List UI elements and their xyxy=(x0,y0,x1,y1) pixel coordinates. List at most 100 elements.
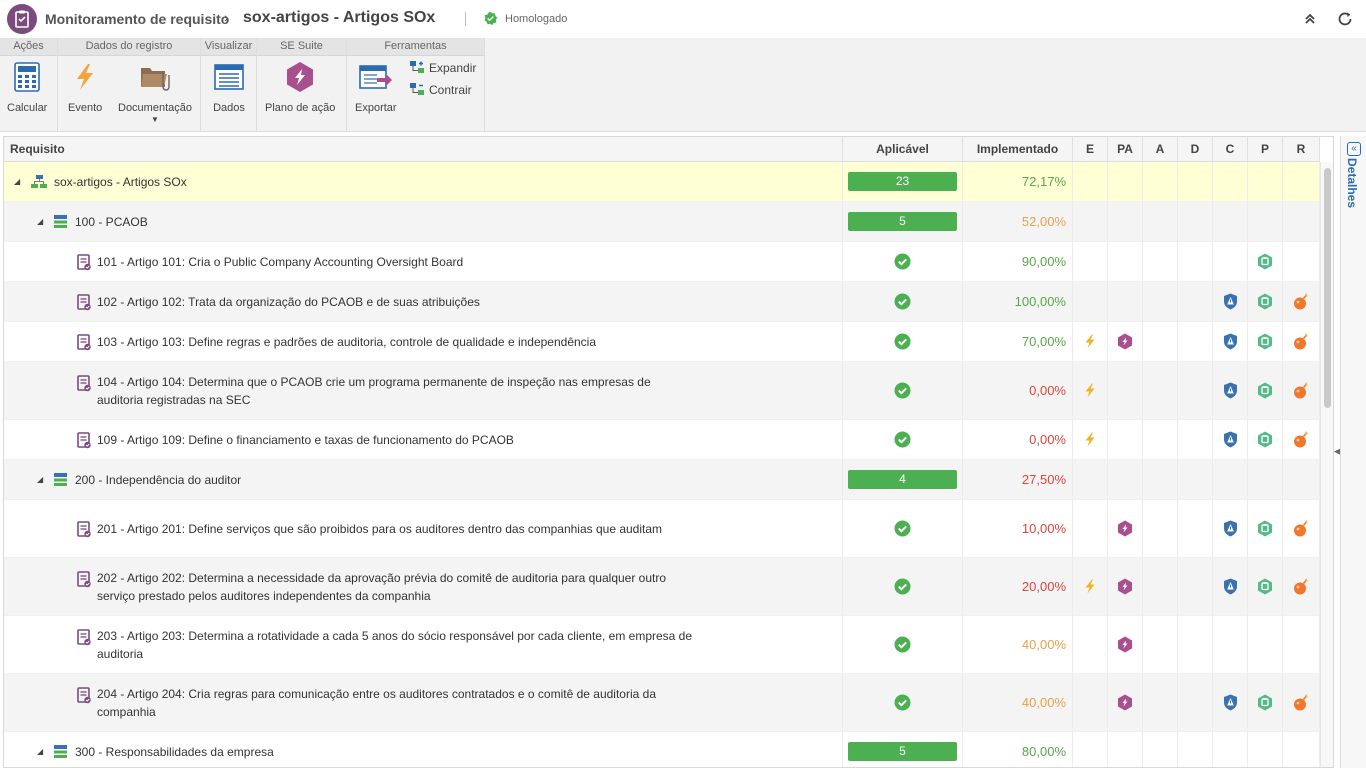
indicator-cell xyxy=(1178,616,1213,673)
event-lightning-icon[interactable] xyxy=(1084,383,1096,398)
scrollbar-thumb[interactable] xyxy=(1324,168,1331,408)
expand-toggle-icon[interactable]: ◢ xyxy=(37,217,45,226)
requisito-cell[interactable]: 202 - Artigo 202: Determina a necessidad… xyxy=(4,558,843,615)
column-header-implementado[interactable]: Implementado xyxy=(963,137,1073,162)
dados-button[interactable]: Dados xyxy=(212,60,246,114)
group-label: Ferramentas xyxy=(347,38,484,56)
data-window-icon xyxy=(214,64,244,90)
requisito-cell[interactable]: 203 - Artigo 203: Determina a rotativida… xyxy=(4,616,843,673)
exportar-button[interactable]: Exportar xyxy=(355,60,397,114)
column-header-c[interactable]: C xyxy=(1213,137,1248,162)
expand-toggle-icon[interactable]: ◢ xyxy=(14,177,22,186)
procedure-icon[interactable] xyxy=(1257,694,1273,711)
action-plan-icon[interactable] xyxy=(1117,636,1133,653)
indicator-cell xyxy=(1178,282,1213,321)
requisito-cell[interactable]: 103 - Artigo 103: Define regras e padrõe… xyxy=(4,322,843,361)
control-shield-icon[interactable] xyxy=(1223,694,1238,711)
control-shield-icon[interactable] xyxy=(1223,431,1238,448)
implementado-cell: 40,00% xyxy=(963,674,1073,731)
action-plan-icon[interactable] xyxy=(1117,520,1133,537)
requirement-row[interactable]: 201 - Artigo 201: Define serviços que sã… xyxy=(4,500,1320,558)
risk-bomb-icon[interactable] xyxy=(1293,578,1309,595)
requirement-row[interactable]: 101 - Artigo 101: Cria o Public Company … xyxy=(4,242,1320,282)
refresh-button[interactable] xyxy=(1335,9,1355,29)
procedure-icon[interactable] xyxy=(1257,293,1273,310)
calcular-button[interactable]: Calcular xyxy=(7,60,47,114)
column-header-p[interactable]: P xyxy=(1248,137,1283,162)
double-chevron-up-icon xyxy=(1305,13,1315,24)
column-header-requisito[interactable]: Requisito xyxy=(4,137,843,162)
control-shield-icon[interactable] xyxy=(1223,578,1238,595)
expandir-button[interactable]: Expandir xyxy=(409,60,476,75)
procedure-icon[interactable] xyxy=(1257,520,1273,537)
control-shield-icon[interactable] xyxy=(1223,382,1238,399)
event-lightning-icon[interactable] xyxy=(1084,334,1096,349)
expand-panel-icon[interactable]: « xyxy=(1347,142,1361,156)
requirement-row[interactable]: 104 - Artigo 104: Determina que o PCAOB … xyxy=(4,362,1320,420)
requirement-row[interactable]: 109 - Artigo 109: Define o financiamento… xyxy=(4,420,1320,460)
procedure-icon[interactable] xyxy=(1257,431,1273,448)
details-side-panel[interactable]: « Detalhes xyxy=(1340,136,1366,768)
risk-bomb-icon[interactable] xyxy=(1293,293,1309,310)
control-shield-icon[interactable] xyxy=(1223,293,1238,310)
status-badge: Homologado xyxy=(483,11,567,26)
risk-bomb-icon[interactable] xyxy=(1293,333,1309,350)
procedure-icon[interactable] xyxy=(1257,578,1273,595)
indicator-cell xyxy=(1073,282,1108,321)
risk-bomb-icon[interactable] xyxy=(1293,382,1309,399)
procedure-icon[interactable] xyxy=(1257,333,1273,350)
column-header-aplicavel[interactable]: Aplicável xyxy=(843,137,963,162)
details-tab-label[interactable]: Detalhes xyxy=(1345,158,1359,208)
requisito-cell[interactable]: 201 - Artigo 201: Define serviços que sã… xyxy=(4,500,843,557)
column-header-pa[interactable]: PA xyxy=(1108,137,1143,162)
expand-toggle-icon[interactable]: ◢ xyxy=(37,475,45,484)
contrair-button[interactable]: Contrair xyxy=(409,82,472,97)
procedure-icon[interactable] xyxy=(1257,253,1273,270)
plano-de-acao-button[interactable]: Plano de ação xyxy=(265,60,335,114)
vertical-scrollbar[interactable] xyxy=(1320,162,1333,767)
indicator-cell xyxy=(1108,202,1143,241)
requirement-row[interactable]: 103 - Artigo 103: Define regras e padrõe… xyxy=(4,322,1320,362)
requirement-row[interactable]: 204 - Artigo 204: Cria regras para comun… xyxy=(4,674,1320,732)
group-row[interactable]: ◢ 200 - Independência do auditor 4 27,50% xyxy=(4,460,1320,500)
requirement-row[interactable]: 203 - Artigo 203: Determina a rotativida… xyxy=(4,616,1320,674)
calcular-label: Calcular xyxy=(7,102,48,114)
requisito-cell[interactable]: 101 - Artigo 101: Cria o Public Company … xyxy=(4,242,843,281)
record-title: sox-artigos - Artigos SOx xyxy=(243,9,436,26)
procedure-icon[interactable] xyxy=(1257,382,1273,399)
indicator-cell xyxy=(1143,202,1178,241)
control-shield-icon[interactable] xyxy=(1223,520,1238,537)
column-header-a[interactable]: A xyxy=(1143,137,1178,162)
column-header-d[interactable]: D xyxy=(1178,137,1213,162)
requisito-cell[interactable]: 204 - Artigo 204: Cria regras para comun… xyxy=(4,674,843,731)
root-row[interactable]: ◢ sox-artigos - Artigos SOx 23 72,17% xyxy=(4,162,1320,202)
action-plan-icon[interactable] xyxy=(1117,333,1133,350)
column-header-r[interactable]: R xyxy=(1283,137,1320,162)
column-header-e[interactable]: E xyxy=(1073,137,1108,162)
expand-toggle-icon[interactable]: ◢ xyxy=(37,747,45,756)
evento-button[interactable]: Evento xyxy=(68,60,102,114)
risk-bomb-icon[interactable] xyxy=(1293,694,1309,711)
risk-bomb-icon[interactable] xyxy=(1293,520,1309,537)
requisito-cell[interactable]: ◢ 200 - Independência do auditor xyxy=(4,460,843,499)
requirement-row[interactable]: 202 - Artigo 202: Determina a necessidad… xyxy=(4,558,1320,616)
requirement-row[interactable]: 102 - Artigo 102: Trata da organização d… xyxy=(4,282,1320,322)
control-shield-icon[interactable] xyxy=(1223,333,1238,350)
group-row[interactable]: ◢ 100 - PCAOB 5 52,00% xyxy=(4,202,1320,242)
action-plan-icon[interactable] xyxy=(1117,578,1133,595)
group-row[interactable]: ◢ 300 - Responsabilidades da empresa 5 80,0… xyxy=(4,732,1320,767)
requisito-cell[interactable]: 104 - Artigo 104: Determina que o PCAOB … xyxy=(4,362,843,419)
collapse-header-button[interactable] xyxy=(1300,9,1320,29)
event-lightning-icon[interactable] xyxy=(1084,432,1096,447)
action-plan-icon[interactable] xyxy=(1117,694,1133,711)
requisito-cell[interactable]: ◢ 300 - Responsabilidades da empresa xyxy=(4,732,843,767)
event-lightning-icon[interactable] xyxy=(1084,579,1096,594)
indicator-cell xyxy=(1213,202,1248,241)
requisito-cell[interactable]: 109 - Artigo 109: Define o financiamento… xyxy=(4,420,843,459)
requisito-cell[interactable]: ◢ sox-artigos - Artigos SOx xyxy=(4,162,843,201)
indicator-cell xyxy=(1143,362,1178,419)
requisito-cell[interactable]: ◢ 100 - PCAOB xyxy=(4,202,843,241)
requisito-cell[interactable]: 102 - Artigo 102: Trata da organização d… xyxy=(4,282,843,321)
risk-bomb-icon[interactable] xyxy=(1293,431,1309,448)
documentacao-button[interactable]: Documentação ▼ xyxy=(118,60,192,124)
